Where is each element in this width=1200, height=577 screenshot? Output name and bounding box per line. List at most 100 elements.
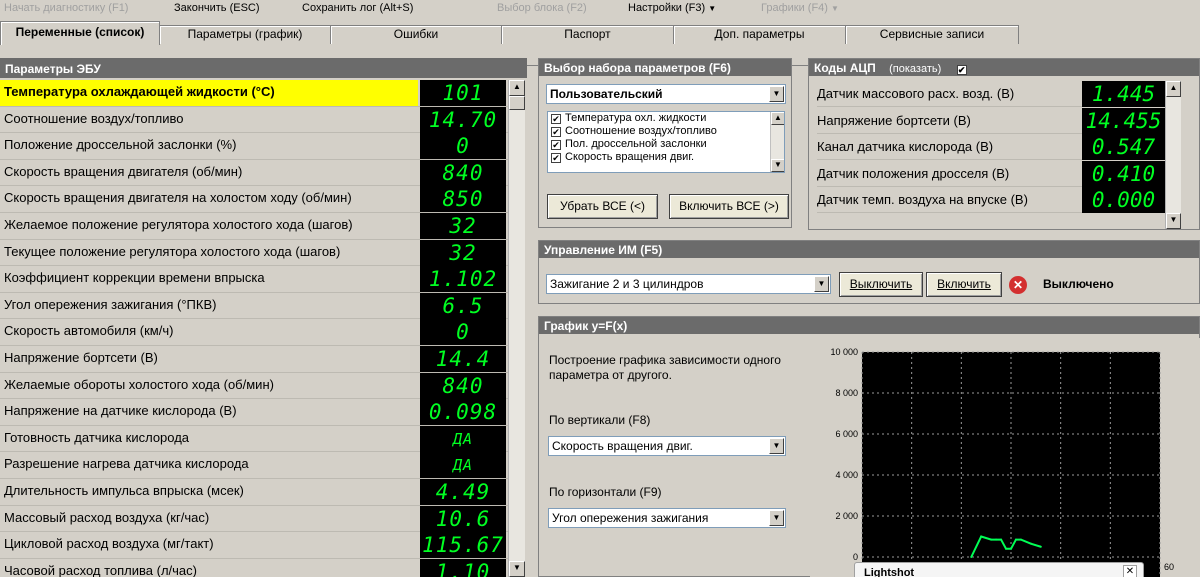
tab-extra-params[interactable]: Доп. параметры — [673, 25, 846, 44]
adc-codes-title: Коды АЦП — [814, 61, 876, 75]
ecu-param-label: Готовность датчика кислорода — [4, 429, 190, 445]
xy-graph-header: График y=F(x) — [539, 317, 1199, 334]
param-set-list[interactable]: ✔ Температура охл. жидкости ✔ Соотношение в… — [547, 111, 785, 173]
scroll-up-icon[interactable]: ▲ — [1166, 81, 1181, 97]
scroll-down-icon[interactable]: ▼ — [1166, 213, 1181, 229]
ecu-param-value: 0 — [420, 319, 506, 346]
scroll-up-icon[interactable]: ▲ — [509, 80, 525, 96]
param-set-item[interactable]: ✔ Соотношение воздух/топливо — [548, 125, 784, 138]
ecu-param-value: ДА — [420, 452, 506, 479]
param-set-item[interactable]: ✔ Пол. дроссельной заслонки — [548, 138, 784, 151]
graph-description: Построение графика зависимости одного па… — [549, 353, 781, 382]
chevron-down-icon[interactable]: ▼ — [769, 86, 784, 102]
ecu-param-value: 14.70 — [420, 106, 506, 133]
adc-label: Датчик массового расх. возд. (В) — [817, 86, 1015, 101]
turn-on-button[interactable]: Включить — [926, 272, 1002, 297]
scroll-down-icon[interactable]: ▼ — [771, 159, 784, 172]
adc-row[interactable]: Датчик темп. воздуха на впуске (В) 0.000 — [817, 187, 1177, 214]
ecu-param-row[interactable]: Массовый расход воздуха (кг/час) 10.6 — [0, 505, 508, 533]
series-point — [1019, 538, 1022, 541]
ecu-param-row[interactable]: Напряжение на датчике кислорода (В) 0.098 — [0, 399, 508, 426]
tab-service-records[interactable]: Сервисные записи — [845, 25, 1019, 44]
close-icon[interactable]: ✕ — [1123, 565, 1137, 577]
ecu-param-row[interactable]: Цикловой расход воздуха (мг/такт) 115.67 — [0, 532, 508, 559]
scroll-thumb[interactable] — [509, 96, 525, 110]
ecu-param-row[interactable]: Разрешение нагрева датчика кислорода ДА — [0, 452, 508, 479]
turn-off-button[interactable]: Выключить — [839, 272, 923, 297]
ecu-param-value: 1.10 — [420, 558, 506, 577]
ecu-param-label: Длительность импульса впрыска (мсек) — [4, 482, 244, 498]
param-set-item-checkbox[interactable]: ✔ — [551, 140, 561, 150]
ecu-param-label: Напряжение на датчике кислорода (В) — [4, 403, 237, 419]
tab-passport[interactable]: Паспорт — [501, 25, 674, 44]
ecu-param-row[interactable]: Желаемые обороты холостого хода (об/мин)… — [0, 372, 508, 400]
ecu-param-label: Часовой расход топлива (л/час) — [4, 562, 197, 577]
ecu-param-row[interactable]: Соотношение воздух/топливо 14.70 — [0, 106, 508, 134]
ecu-param-row[interactable]: Положение дроссельной заслонки (%) 0 — [0, 133, 508, 160]
adc-row[interactable]: Датчик массового расх. возд. (В) 1.445 — [817, 81, 1177, 107]
ecu-param-label: Положение дроссельной заслонки (%) — [4, 137, 237, 153]
start-diagnostics-menu[interactable]: Начать диагностику (F1) — [4, 2, 128, 14]
ecu-param-value: 840 — [420, 159, 506, 186]
horizontal-axis-select[interactable]: Угол опережения зажигания ▼ — [548, 508, 786, 528]
adc-show-checkbox[interactable]: ✔ — [956, 65, 967, 75]
ecu-param-row[interactable]: Скорость вращения двигателя (об/мин) 840 — [0, 159, 508, 187]
ecu-param-row[interactable]: Часовой расход топлива (л/час) 1.10 — [0, 558, 508, 577]
ecu-param-row[interactable]: Длительность импульса впрыска (мсек) 4.49 — [0, 478, 508, 506]
scroll-up-icon[interactable]: ▲ — [771, 112, 784, 125]
param-set-item[interactable]: ✔ Скорость вращения двиг. — [548, 151, 784, 164]
save-log-menu[interactable]: Сохранить лог (Alt+S) — [302, 2, 413, 14]
adc-scrollbar[interactable]: ▲ ▼ — [1165, 81, 1181, 229]
ecu-param-value: 6.5 — [420, 292, 506, 319]
ecu-param-label: Текущее положение регулятора холостого х… — [4, 243, 341, 259]
ecu-param-row[interactable]: Коэффициент коррекции времени впрыска 1.1… — [0, 266, 508, 293]
chevron-down-icon[interactable]: ▼ — [769, 510, 784, 526]
menubar: Начать диагностику (F1) Закончить (ESC) … — [0, 0, 1200, 18]
actuator-select[interactable]: Зажигание 2 и 3 цилиндров ▼ — [546, 274, 831, 294]
y-tick-label: 2 000 — [835, 511, 858, 521]
ecu-param-label: Скорость вращения двигателя на холостом … — [4, 190, 352, 206]
select-block-menu[interactable]: Выбор блока (F2) — [497, 2, 587, 14]
ecu-param-row[interactable]: Готовность датчика кислорода ДА — [0, 425, 508, 453]
param-set-item-checkbox[interactable]: ✔ — [551, 153, 561, 163]
param-set-item-label: Скорость вращения двиг. — [565, 151, 695, 163]
ecu-param-row[interactable]: Напряжение бортсети (В) 14.4 — [0, 345, 508, 373]
adc-value: 14.455 — [1082, 107, 1165, 134]
ecu-param-label: Разрешение нагрева датчика кислорода — [4, 456, 249, 472]
ecu-param-row[interactable]: Температура охлаждающей жидкости (°С) 101 — [0, 80, 508, 107]
vertical-axis-select[interactable]: Скорость вращения двиг. ▼ — [548, 436, 786, 456]
series-point — [1010, 547, 1012, 550]
ecu-param-row[interactable]: Желаемое положение регулятора холостого … — [0, 212, 508, 240]
adc-show-label: (показать) — [889, 63, 942, 75]
param-set-scrollbar[interactable]: ▲ ▼ — [770, 112, 784, 172]
ecu-param-row[interactable]: Скорость автомобиля (км/ч) 0 — [0, 319, 508, 346]
adc-row[interactable]: Канал датчика кислорода (В) 0.547 — [817, 134, 1177, 161]
tab-params-graph[interactable]: Параметры (график) — [159, 25, 331, 44]
remove-all-button[interactable]: Убрать ВСЕ (<) — [547, 194, 658, 219]
adc-row[interactable]: Датчик положения дросселя (В) 0.410 — [817, 160, 1177, 187]
settings-menu[interactable]: Настройки (F3) ▼ — [628, 2, 716, 14]
chevron-down-icon[interactable]: ▼ — [814, 276, 829, 292]
adc-label: Канал датчика кислорода (В) — [817, 139, 994, 155]
scroll-down-icon[interactable]: ▼ — [509, 561, 525, 577]
tab-errors[interactable]: Ошибки — [330, 25, 502, 44]
adc-row[interactable]: Напряжение бортсети (В) 14.455 — [817, 107, 1177, 134]
settings-menu-label: Настройки (F3) — [628, 2, 706, 14]
param-set-item[interactable]: ✔ Температура охл. жидкости — [548, 112, 784, 125]
param-set-item-checkbox[interactable]: ✔ — [551, 114, 561, 124]
ecu-params-header: Параметры ЭБУ — [0, 58, 527, 78]
chevron-down-icon[interactable]: ▼ — [769, 438, 784, 454]
param-set-select[interactable]: Пользовательский ▼ — [546, 84, 786, 104]
param-set-select-value: Пользовательский — [550, 87, 663, 101]
tab-variables-list[interactable]: Переменные (список) — [0, 21, 160, 45]
adc-value: 0.000 — [1082, 187, 1165, 214]
ecu-param-row[interactable]: Угол опережения зажигания (°ПКВ) 6.5 — [0, 292, 508, 320]
ecu-params-scrollbar[interactable]: ▲ ▼ — [508, 80, 525, 577]
add-all-button[interactable]: Включить ВСЕ (>) — [669, 194, 789, 219]
ecu-param-row[interactable]: Текущее положение регулятора холостого х… — [0, 239, 508, 267]
param-set-item-checkbox[interactable]: ✔ — [551, 127, 561, 137]
finish-menu[interactable]: Закончить (ESC) — [174, 2, 260, 14]
graphs-menu[interactable]: Графики (F4) ▼ — [761, 2, 839, 14]
series-point — [980, 535, 983, 538]
ecu-param-row[interactable]: Скорость вращения двигателя на холостом … — [0, 186, 508, 213]
